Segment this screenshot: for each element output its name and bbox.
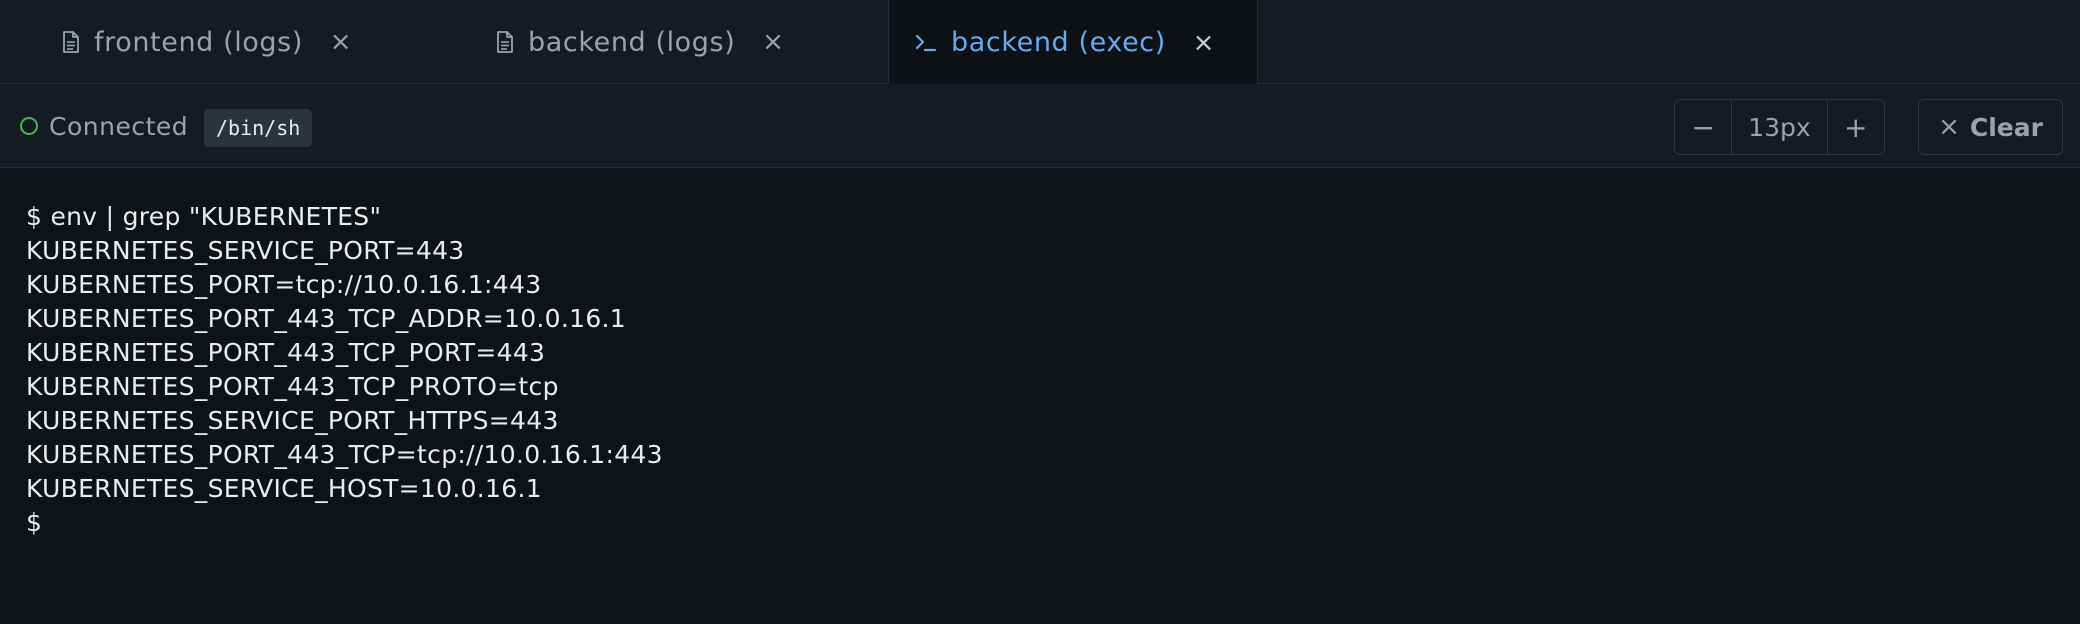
tab-bar: frontend (logs) × backend (logs) × backe…: [0, 0, 2080, 85]
tab-frontend-logs[interactable]: frontend (logs) ×: [60, 0, 380, 84]
status-label: Connected: [49, 111, 189, 141]
terminal-line: KUBERNETES_SERVICE_HOST=10.0.16.1: [26, 474, 542, 503]
shell-badge: /bin/sh: [204, 109, 313, 147]
increase-font-button[interactable]: +: [1828, 100, 1884, 154]
clear-label: Clear: [1969, 112, 2043, 142]
terminal-line: KUBERNETES_PORT_443_TCP_PROTO=tcp: [26, 372, 559, 401]
terminal-line: KUBERNETES_SERVICE_PORT_HTTPS=443: [26, 406, 559, 435]
terminal-output[interactable]: $ env | grep "KUBERNETES" KUBERNETES_SER…: [0, 168, 2080, 624]
terminal-line: KUBERNETES_SERVICE_PORT=443: [26, 236, 465, 265]
connection-status: Connected: [20, 84, 188, 168]
decrease-font-button[interactable]: −: [1675, 100, 1733, 154]
tab-backend-logs[interactable]: backend (logs) ×: [494, 0, 814, 84]
close-icon[interactable]: ×: [1190, 28, 1218, 58]
font-size-value: 13px: [1732, 100, 1828, 154]
close-icon[interactable]: ×: [759, 27, 787, 57]
font-size-control: − 13px +: [1674, 99, 1885, 155]
tab-label: frontend (logs): [94, 26, 303, 58]
terminal-prompt-icon: [915, 30, 937, 56]
tab-label: backend (exec): [951, 27, 1166, 58]
tab-label: backend (logs): [528, 26, 736, 58]
document-icon: [494, 29, 516, 55]
terminal-line: $ env | grep "KUBERNETES": [26, 202, 382, 231]
tab-backend-exec[interactable]: backend (exec) ×: [888, 0, 1258, 85]
terminal-line: KUBERNETES_PORT_443_TCP=tcp://10.0.16.1:…: [26, 440, 663, 469]
status-indicator-icon: [20, 117, 38, 135]
document-icon: [60, 29, 82, 55]
close-icon[interactable]: ×: [327, 27, 355, 57]
clear-button[interactable]: × Clear: [1918, 99, 2063, 155]
terminal-line: KUBERNETES_PORT_443_TCP_PORT=443: [26, 338, 546, 367]
terminal-line: KUBERNETES_PORT_443_TCP_ADDR=10.0.16.1: [26, 304, 626, 333]
terminal-line: KUBERNETES_PORT=tcp://10.0.16.1:443: [26, 270, 542, 299]
terminal-app: frontend (logs) × backend (logs) × backe…: [0, 0, 2080, 624]
close-icon: ×: [1938, 112, 1960, 142]
terminal-prompt: $: [26, 508, 43, 537]
